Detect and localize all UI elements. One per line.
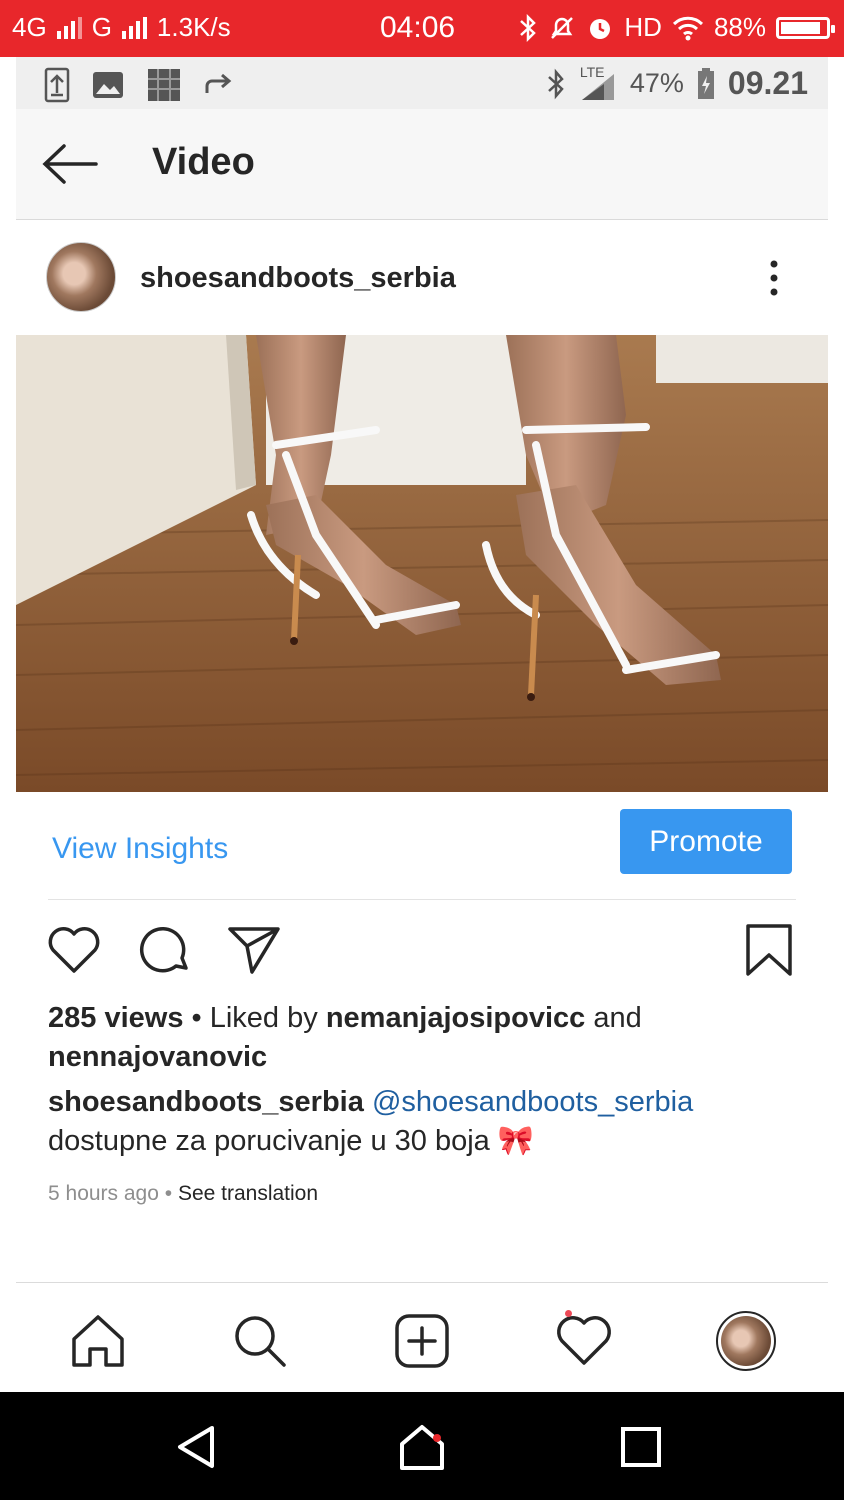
alarm-icon <box>590 18 611 39</box>
liker-username[interactable]: nemanjajosipovicc <box>326 1002 586 1034</box>
view-insights-link[interactable]: View Insights <box>52 832 228 866</box>
inner-battery-percent: 47% <box>629 68 684 98</box>
video-frame <box>16 335 828 792</box>
app-header: Video <box>16 109 828 220</box>
gallery-icon <box>93 72 123 98</box>
profile-avatar-image <box>721 1316 771 1366</box>
caption-username[interactable]: shoesandboots_serbia <box>48 1086 364 1118</box>
signal-icon-2 <box>121 16 147 39</box>
inner-clock: 09.21 <box>727 65 808 101</box>
bullet: • <box>191 1002 210 1034</box>
comment-icon[interactable] <box>138 924 192 978</box>
liker-username-2[interactable]: nennajovanovic <box>48 1041 267 1073</box>
post-meta: 5 hours ago • See translation <box>48 1182 318 1206</box>
more-vertical-icon[interactable] <box>762 258 786 298</box>
add-post-icon[interactable] <box>392 1311 452 1371</box>
home-nav-icon[interactable] <box>397 1422 447 1472</box>
arrow-left-icon[interactable] <box>40 139 100 189</box>
forward-icon <box>205 73 232 93</box>
signal-icon <box>56 16 82 39</box>
network-type-g: G <box>91 12 112 42</box>
inner-status-bar: LTE 47% 09.21 <box>16 57 828 109</box>
battery-charging-icon <box>697 67 714 99</box>
caption-line: shoesandboots_serbia @shoesandboots_serb… <box>48 1083 808 1161</box>
meta-bullet: • <box>164 1182 178 1205</box>
system-status-bar: 4G G 1.3K/s 04:06 HD 88% <box>0 0 844 57</box>
network-speed: 1.3K/s <box>156 12 231 42</box>
hd-label: HD <box>624 12 662 42</box>
insights-row: View Insights Promote <box>16 792 828 897</box>
search-icon[interactable] <box>230 1311 290 1371</box>
status-time: 04:06 <box>380 11 456 44</box>
post-caption: 285 views • Liked by nemanjajosipovicc a… <box>48 999 808 1161</box>
battery-percent: 88% <box>713 12 766 42</box>
image-icon <box>148 69 180 101</box>
post-video[interactable] <box>16 335 828 792</box>
post-header: shoesandboots_serbia <box>16 220 828 335</box>
lte-signal-icon: LTE <box>578 64 618 102</box>
wifi-icon <box>672 16 704 40</box>
avatar[interactable] <box>46 242 116 312</box>
promote-button[interactable]: Promote <box>620 809 792 874</box>
bookmark-icon[interactable] <box>744 922 794 978</box>
view-count[interactable]: 285 views <box>48 1002 183 1034</box>
status-right: HD 88% <box>518 12 835 43</box>
see-translation-link[interactable]: See translation <box>178 1182 318 1205</box>
notification-icons <box>44 67 234 103</box>
recents-square-icon[interactable] <box>616 1422 666 1472</box>
liked-by-label: Liked by <box>209 1002 318 1034</box>
network-type-4g: 4G <box>12 12 47 42</box>
caption-mention[interactable]: @shoesandboots_serbia <box>372 1086 693 1118</box>
likes-line: 285 views • Liked by nemanjajosipovicc a… <box>48 999 808 1077</box>
post-actions <box>16 919 828 989</box>
bluetooth-icon <box>520 13 537 42</box>
bottom-tab-bar <box>16 1282 828 1392</box>
ribbon-emoji-icon: 🎀 <box>497 1125 534 1157</box>
send-icon[interactable] <box>226 924 282 976</box>
battery-icon <box>776 16 835 39</box>
timestamp: 5 hours ago <box>48 1182 159 1205</box>
divider <box>48 899 796 900</box>
post-username[interactable]: shoesandboots_serbia <box>140 262 456 295</box>
signal-bars-icon <box>581 73 614 100</box>
caption-text: dostupne za porucivanje u 30 boja <box>48 1125 490 1157</box>
home-icon[interactable] <box>68 1311 128 1371</box>
app-screen: LTE 47% 09.21 Video shoesandboots_serbia <box>16 57 828 1392</box>
and-label: and <box>593 1002 642 1034</box>
upload-icon <box>44 67 70 103</box>
bluetooth-icon <box>548 68 564 99</box>
page-title: Video <box>152 141 255 183</box>
system-navigation-bar <box>0 1392 844 1500</box>
status-left: 4G G 1.3K/s <box>12 12 231 43</box>
inner-status-right: LTE 47% 09.21 <box>546 64 808 102</box>
back-triangle-icon[interactable] <box>172 1422 222 1472</box>
mute-alarm-icon <box>551 16 574 39</box>
heart-icon[interactable] <box>46 924 102 976</box>
notification-dot <box>565 1310 572 1317</box>
activity-heart-icon[interactable] <box>554 1311 614 1371</box>
profile-avatar[interactable] <box>716 1311 776 1371</box>
